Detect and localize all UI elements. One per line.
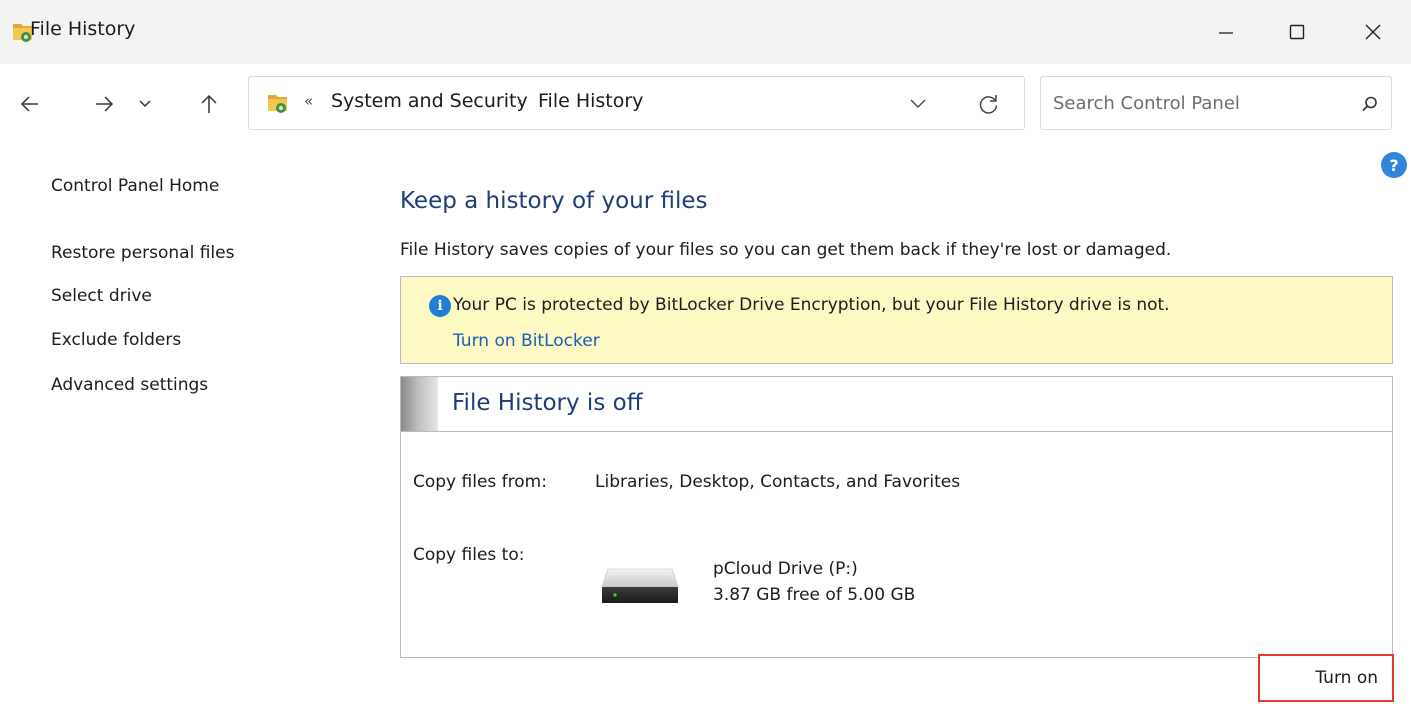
close-button[interactable] [1350,10,1396,54]
address-dropdown-button[interactable] [903,91,933,117]
up-button[interactable] [191,82,227,126]
warning-text: Your PC is protected by BitLocker Drive … [453,295,1170,315]
maximize-button[interactable] [1274,10,1320,54]
copy-from-label: Copy files from: [413,472,547,492]
page-description: File History saves copies of your files … [400,240,1172,260]
minimize-button[interactable] [1203,10,1249,54]
status-header: File History is off [401,377,1392,432]
help-icon[interactable]: ? [1381,152,1407,178]
refresh-icon [979,95,998,114]
chevron-down-icon [910,99,926,108]
breadcrumb-separator[interactable]: › [517,93,523,109]
refresh-button[interactable] [971,89,1007,119]
window-title: File History [30,18,136,40]
select-drive-link[interactable]: Select drive [51,286,152,306]
advanced-settings-link[interactable]: Advanced settings [51,375,208,395]
search-input[interactable] [1053,89,1333,117]
status-title: File History is off [452,390,643,416]
page-title: Keep a history of your files [400,188,708,214]
exclude-folders-link[interactable]: Exclude folders [51,330,181,350]
copy-from-value: Libraries, Desktop, Contacts, and Favori… [595,472,961,492]
drive-name: pCloud Drive (P:) [713,559,858,579]
bitlocker-warning-banner: i Your PC is protected by BitLocker Driv… [400,276,1393,364]
copy-to-label: Copy files to: [413,545,525,565]
forward-button[interactable] [86,82,122,126]
arrow-up-icon [201,94,217,113]
info-icon: i [429,295,451,317]
turn-on-bitlocker-link[interactable]: Turn on BitLocker [453,331,600,351]
status-indicator-bar [401,377,438,431]
recent-locations-button[interactable] [127,82,163,126]
control-panel-home-link[interactable]: Control Panel Home [51,176,219,196]
search-icon[interactable] [1357,91,1383,117]
back-button[interactable] [12,82,48,126]
search-box[interactable] [1040,76,1392,130]
navigation-bar: « System and Security › File History [0,64,1411,144]
hard-drive-icon [600,561,680,611]
file-history-folder-icon [265,91,293,115]
restore-personal-files-link[interactable]: Restore personal files [51,243,234,263]
chevron-down-icon [139,100,151,108]
arrow-left-icon [20,96,38,112]
title-bar: File History [0,0,1411,64]
turn-on-button[interactable]: Turn on [1258,654,1394,702]
address-bar[interactable]: « System and Security › File History [248,76,1025,130]
breadcrumb-overflow[interactable]: « [304,92,313,110]
arrow-right-icon [96,96,114,112]
file-history-status-panel: File History is off Copy files from: Lib… [400,376,1393,658]
drive-free-space: 3.87 GB free of 5.00 GB [713,585,916,605]
breadcrumb-system-and-security[interactable]: System and Security [331,90,528,112]
breadcrumb-file-history[interactable]: File History [538,90,643,112]
